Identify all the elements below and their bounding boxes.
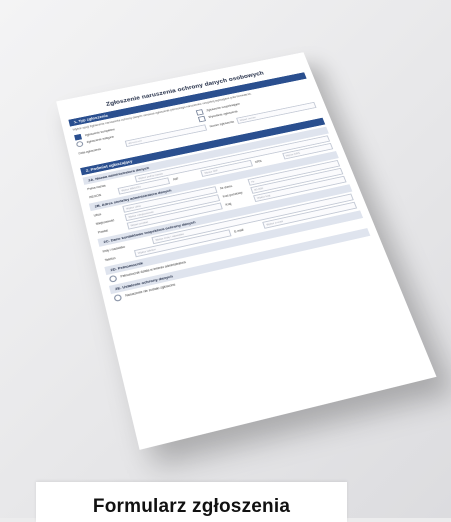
final-radio[interactable] <box>113 293 122 301</box>
followup-checkbox[interactable] <box>196 109 204 115</box>
withdraw-checkbox[interactable] <box>198 115 206 122</box>
email-label: E-mail <box>234 224 260 233</box>
proxy-radio[interactable] <box>109 274 118 282</box>
caption-title: Formularz zgłoszenia <box>36 496 347 518</box>
complete-checkbox[interactable] <box>74 134 82 141</box>
initial-radio[interactable] <box>76 140 84 147</box>
caption-card: Formularz zgłoszenia <box>36 482 347 522</box>
